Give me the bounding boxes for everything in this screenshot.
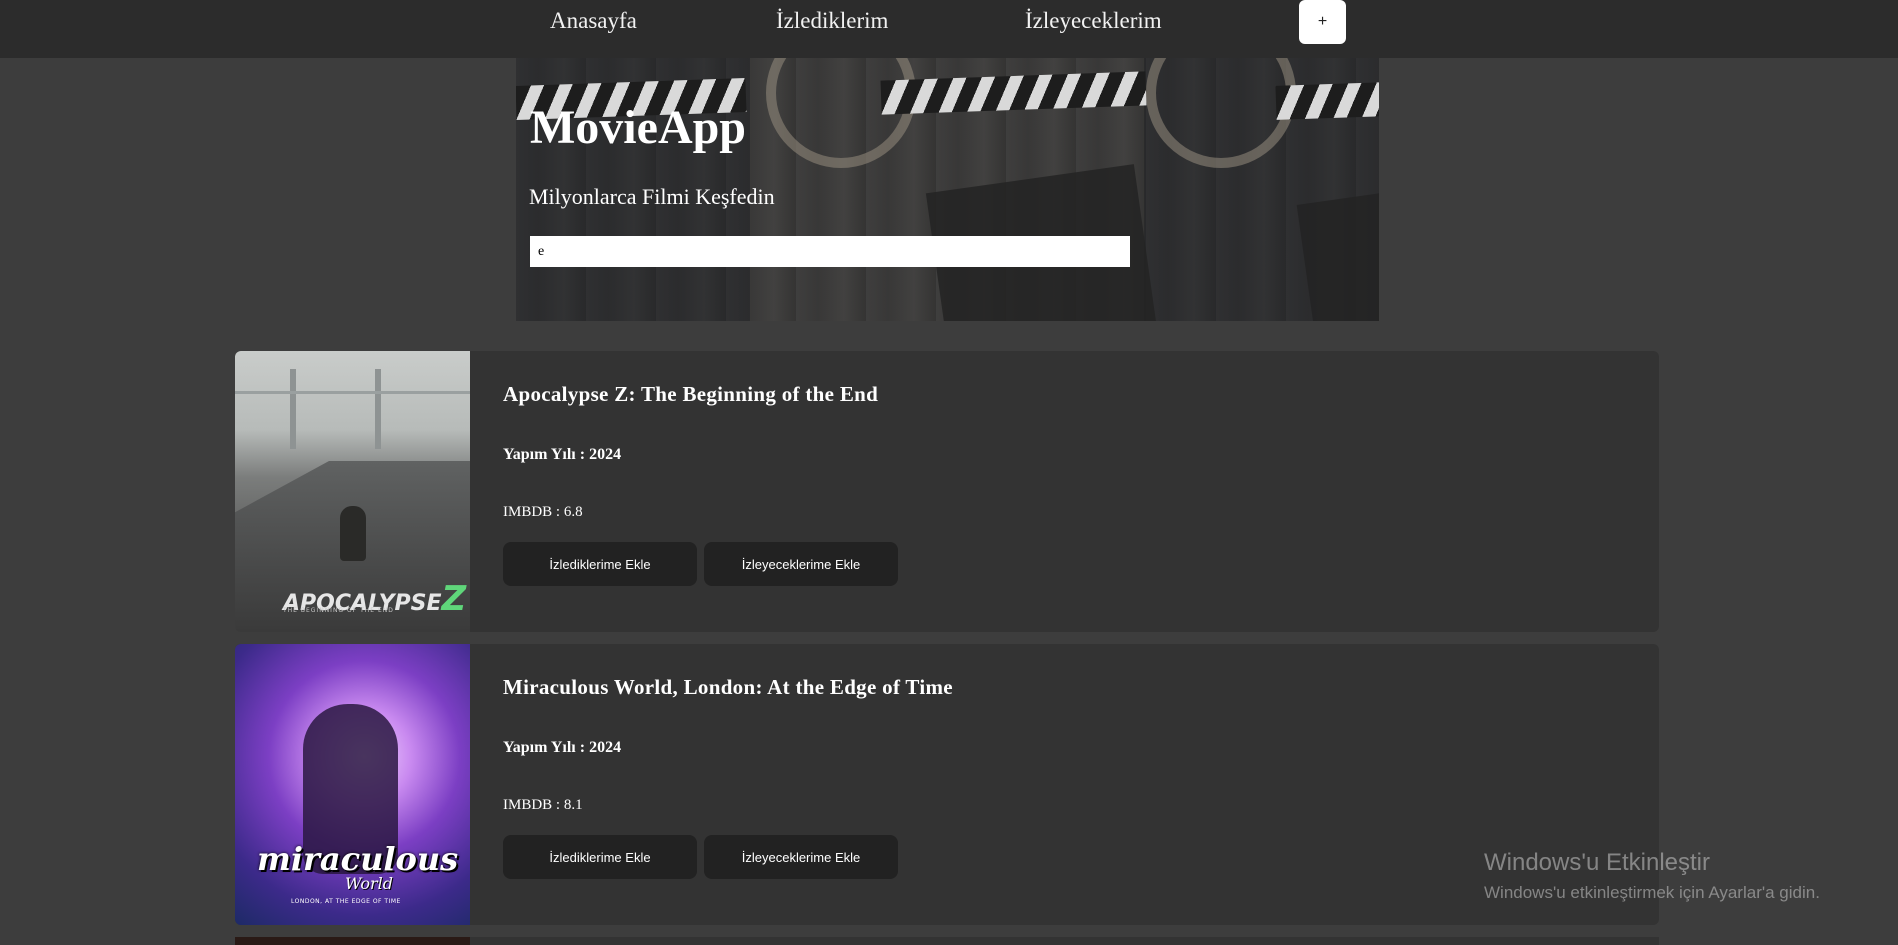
poster-figure <box>340 506 366 561</box>
movie-imdb-rating: IMBDB : 8.1 <box>503 797 583 813</box>
movie-poster <box>235 937 470 945</box>
app-title: MovieApp <box>530 101 746 154</box>
clapperboard-graphic <box>1275 82 1379 120</box>
poster-tagline: LONDON, AT THE EDGE OF TIME <box>291 898 401 905</box>
movie-year: Yapım Yılı : 2024 <box>503 739 622 756</box>
hero-banner: MovieApp Milyonlarca Filmi Keşfedin <box>516 58 1379 321</box>
app-subtitle: Milyonlarca Filmi Keşfedin <box>529 184 775 209</box>
movie-poster[interactable]: APOCALYPSEZ THE BEGINNING OF THE END <box>235 351 470 632</box>
movie-imdb-rating: IMBDB : 6.8 <box>503 504 583 520</box>
add-to-watchlist-button[interactable]: İzleyeceklerime Ekle <box>704 542 898 586</box>
nav-link-watched[interactable]: İzlediklerim <box>776 8 888 34</box>
poster-bridge-tower <box>375 369 381 449</box>
movie-card: miraculous World LONDON, AT THE EDGE OF … <box>235 644 1659 925</box>
add-to-watchlist-button[interactable]: İzleyeceklerime Ekle <box>704 835 898 879</box>
search-input[interactable] <box>530 236 1130 267</box>
poster-logo-subtitle: World <box>345 874 393 893</box>
watermark-subtitle: Windows'u etkinleştirmek için Ayarlar'a … <box>1484 883 1820 902</box>
movie-card: APOCALYPSEZ THE BEGINNING OF THE END Apo… <box>235 351 1659 632</box>
movie-card-partial <box>235 937 1659 945</box>
clapperboard-graphic <box>880 71 1147 115</box>
poster-logo: miraculous <box>257 840 459 878</box>
movie-year: Yapım Yılı : 2024 <box>503 446 622 463</box>
poster-bridge-tower <box>290 369 296 449</box>
poster-tagline: THE BEGINNING OF THE END <box>283 607 394 614</box>
windows-activation-watermark: Windows'u Etkinleştir Windows'u etkinleş… <box>1484 849 1820 903</box>
movie-title: Miraculous World, London: At the Edge of… <box>503 675 953 699</box>
add-to-watched-button[interactable]: İzlediklerime Ekle <box>503 835 697 879</box>
watermark-title: Windows'u Etkinleştir <box>1484 849 1710 876</box>
movie-poster[interactable]: miraculous World LONDON, AT THE EDGE OF … <box>235 644 470 925</box>
poster-bridge <box>235 391 470 394</box>
add-movie-button[interactable]: + <box>1299 0 1346 44</box>
add-to-watched-button[interactable]: İzlediklerime Ekle <box>503 542 697 586</box>
movie-title: Apocalypse Z: The Beginning of the End <box>503 382 879 406</box>
nav-link-home[interactable]: Anasayfa <box>550 8 637 34</box>
nav-link-watchlist[interactable]: İzleyeceklerim <box>1025 8 1162 34</box>
top-navbar: Anasayfa İzlediklerim İzleyeceklerim + <box>0 0 1898 58</box>
